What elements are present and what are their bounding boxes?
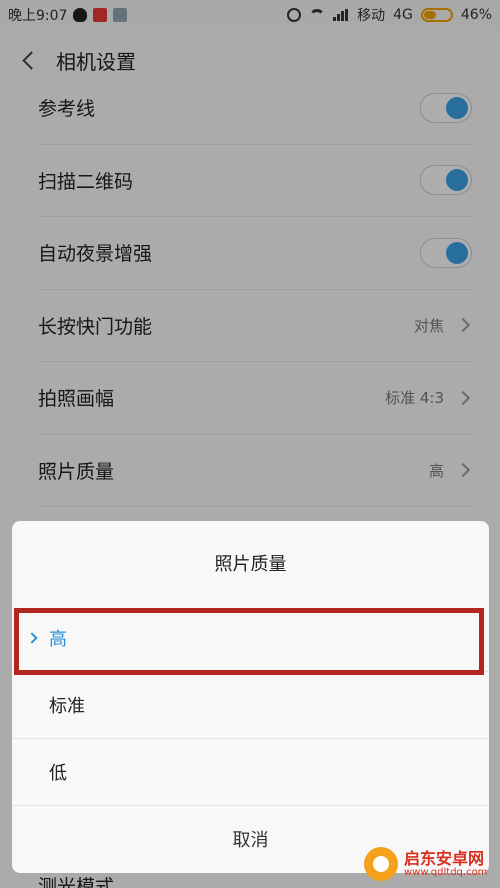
- option-standard[interactable]: 标准: [12, 672, 489, 739]
- watermark: 启东安卓网 www.qdltdq.com: [358, 840, 500, 888]
- option-label: 低: [49, 763, 67, 784]
- dialog-title: 照片质量: [214, 554, 287, 575]
- watermark-title: 启东安卓网: [404, 848, 485, 868]
- watermark-logo-icon: [364, 847, 398, 881]
- photo-quality-dialog: 照片质量 高 标准 低 取消: [12, 521, 489, 873]
- highlight-annotation: [14, 608, 484, 675]
- option-low[interactable]: 低: [12, 739, 489, 806]
- option-label: 标准: [49, 696, 85, 717]
- watermark-url: www.qdltdq.com: [404, 867, 488, 879]
